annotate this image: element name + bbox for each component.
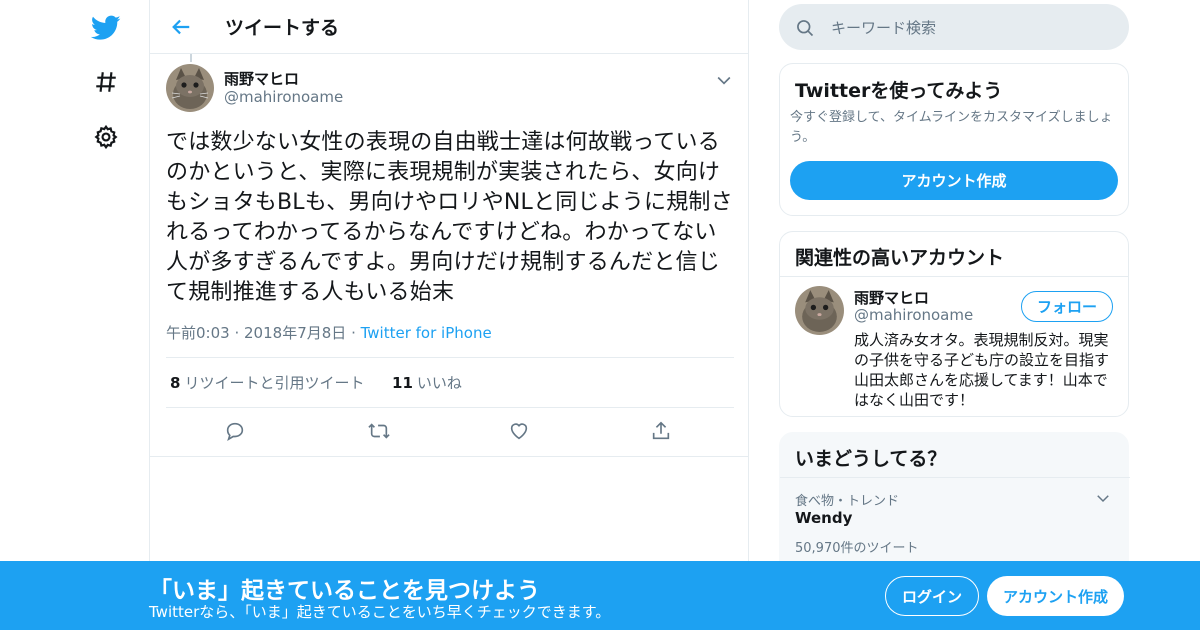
heart-icon[interactable]: [508, 420, 532, 444]
divider: [780, 477, 1130, 478]
hashtag-icon[interactable]: [86, 62, 126, 102]
retweet-stat[interactable]: 8 リツイートと引用ツイート: [170, 374, 364, 392]
separator-dot: ·: [351, 324, 361, 342]
tweet-time[interactable]: 午前0:03: [166, 324, 230, 342]
thread-connector: [190, 54, 192, 62]
search-input[interactable]: [829, 4, 1113, 52]
search-icon: [795, 18, 815, 42]
left-navigation: [0, 0, 150, 630]
page-header: ツイートする: [150, 0, 748, 54]
avatar[interactable]: [795, 286, 844, 335]
signup-card-description: 今すぐ登録して、タイムラインをカスタマイズしましょう。: [790, 110, 1113, 145]
page-title: ツイートする: [225, 17, 340, 39]
tweet-meta: 午前0:03 · 2018年7月8日 · Twitter for iPhone: [166, 322, 492, 343]
create-account-button[interactable]: アカウント作成: [790, 161, 1118, 200]
trends-card: いまどうしてる？ 食べ物・トレンド Wendy 50,970件のツイート: [779, 432, 1130, 574]
back-arrow-icon[interactable]: [168, 14, 194, 40]
reply-icon[interactable]: [224, 420, 248, 444]
like-count: 11: [392, 374, 413, 392]
trend-topic[interactable]: Wendy: [795, 509, 852, 527]
divider: [150, 456, 748, 457]
retweet-icon[interactable]: [367, 420, 391, 444]
banner-subtitle: Twitterなら、「いま」起きていることをいち早くチェックできます。: [149, 603, 611, 621]
avatar[interactable]: [166, 64, 214, 112]
trend-tweet-count: 50,970件のツイート: [795, 541, 919, 556]
related-account-handle[interactable]: @mahironoame: [854, 306, 973, 324]
signup-card-title: Twitterを使ってみよう: [795, 80, 1003, 102]
signup-banner: 「いま」起きていることを見つけよう Twitterなら、「いま」起きていることを…: [0, 561, 1200, 630]
author-handle[interactable]: @mahironoame: [224, 88, 343, 106]
login-button[interactable]: ログイン: [885, 576, 979, 616]
twitter-logo-icon[interactable]: [86, 8, 126, 48]
search-box: [779, 4, 1129, 52]
tweet-date[interactable]: 2018年7月8日: [244, 324, 346, 342]
related-account-bio: 成人済み女オタ。表現規制反対。現実の子供を守る子ども庁の設立を目指す山田太郎さん…: [854, 331, 1110, 409]
tweet-stats: 8 リツイートと引用ツイート 11 いいね: [170, 372, 462, 393]
related-accounts-card: 関連性の高いアカウント 雨野マヒロ @mahironoame フォロー 成人済み…: [779, 231, 1129, 417]
trend-category: 食べ物・トレンド: [795, 494, 900, 509]
related-card-title: 関連性の高いアカウント: [795, 247, 1005, 269]
retweet-label: リツイートと引用ツイート: [184, 374, 365, 392]
author-name[interactable]: 雨野マヒロ: [224, 68, 299, 89]
separator-dot: ·: [234, 324, 245, 342]
tweet-text: では数少ない女性の表現の自由戦士達は何故戦っているのかというと、実際に表現規制が…: [166, 130, 733, 305]
banner-create-account-button[interactable]: アカウント作成: [987, 576, 1124, 616]
share-icon[interactable]: [650, 420, 674, 444]
retweet-count: 8: [170, 374, 181, 392]
related-account-name[interactable]: 雨野マヒロ: [854, 287, 929, 308]
banner-title: 「いま」起きていることを見つけよう: [149, 578, 540, 604]
like-stat[interactable]: 11 いいね: [392, 374, 462, 392]
divider: [166, 357, 734, 358]
follow-button[interactable]: フォロー: [1021, 291, 1113, 322]
chevron-down-icon[interactable]: [1094, 489, 1114, 509]
trends-card-title: いまどうしてる？: [795, 448, 947, 470]
main-column: ツイートする 雨野マヒロ @mahironoame では数少ない女性の表現の自由…: [149, 0, 749, 630]
tweet-actions: [166, 420, 734, 444]
chevron-down-icon[interactable]: [714, 70, 734, 90]
gear-icon[interactable]: [86, 117, 126, 157]
signup-card: Twitterを使ってみよう 今すぐ登録して、タイムラインをカスタマイズしましょ…: [779, 63, 1129, 216]
divider: [166, 407, 734, 408]
divider: [780, 276, 1128, 277]
like-label: いいね: [416, 374, 462, 392]
tweet-source[interactable]: Twitter for iPhone: [361, 324, 492, 342]
